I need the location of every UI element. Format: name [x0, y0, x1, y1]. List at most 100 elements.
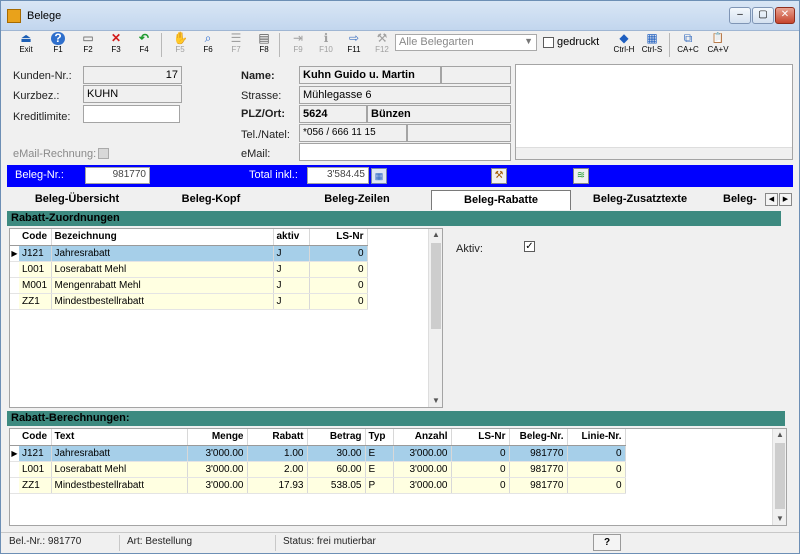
f10-button[interactable]: ℹ F10	[311, 31, 341, 57]
gedruckt-label: gedruckt	[557, 36, 600, 48]
tab-beleg-rabatte[interactable]: Beleg-Rabatte	[431, 190, 571, 210]
tab-beleg-more[interactable]: Beleg-	[723, 190, 767, 210]
column-header[interactable]: Bezeichnung	[51, 229, 274, 246]
column-header[interactable]: Linie-Nr.	[567, 429, 626, 446]
scrollbar-thumb[interactable]	[431, 243, 441, 329]
column-header[interactable]: Betrag	[307, 429, 366, 446]
layers-icon[interactable]: ≋	[573, 168, 589, 184]
column-header[interactable]: Text	[51, 429, 188, 446]
table-header-row: Code Text Menge Rabatt Betrag Typ Anzahl…	[10, 429, 626, 446]
tab-beleg-uebersicht[interactable]: Beleg-Übersicht	[13, 190, 141, 210]
tel-natel-label: Tel./Natel:	[241, 129, 290, 141]
table-row[interactable]: ▶ J121 Jahresrabatt J 0	[10, 245, 368, 262]
berechnungen-grid[interactable]: Code Text Menge Rabatt Betrag Typ Anzahl…	[9, 428, 787, 526]
total-field[interactable]: 3'584.45	[307, 167, 369, 184]
column-header[interactable]: Anzahl	[393, 429, 452, 446]
close-button[interactable]: ✕	[775, 7, 795, 24]
natel-field[interactable]	[407, 124, 511, 142]
paste-button[interactable]: 📋 CA+V	[703, 31, 733, 57]
vertical-scrollbar[interactable]: ▲ ▼	[772, 429, 786, 525]
email-rechnung-checkbox[interactable]	[98, 148, 109, 159]
ctrl-h-button[interactable]: ◆ Ctrl-H	[609, 31, 639, 57]
f12-button[interactable]: ⚒ F12	[367, 31, 397, 57]
copy-button[interactable]: ⧉ CA+C	[673, 31, 703, 57]
tab-beleg-zeilen[interactable]: Beleg-Zeilen	[293, 190, 421, 210]
f1-help-button[interactable]: ? F1	[43, 31, 73, 57]
exit-button[interactable]: ⏏ Exit	[11, 31, 41, 57]
beleg-nr-label: Beleg-Nr.:	[15, 169, 64, 181]
email-field[interactable]	[299, 143, 511, 161]
plz-field[interactable]: 5624	[299, 105, 367, 123]
tab-scroll-right-icon[interactable]: ▶	[779, 193, 792, 206]
f6-search-button[interactable]: ⌕ F6	[193, 31, 223, 57]
kunden-nr-label: Kunden-Nr.:	[13, 70, 72, 82]
scroll-up-icon[interactable]: ▲	[773, 429, 787, 441]
column-header[interactable]: Code	[19, 229, 52, 246]
table-row[interactable]: ZZ1 Mindestbestellrabatt J 0	[10, 293, 368, 310]
aktiv-checkbox[interactable]: ✓	[524, 241, 535, 252]
column-header[interactable]: LS-Nr	[309, 229, 368, 246]
help-button[interactable]: ?	[593, 534, 621, 551]
horizontal-scrollbar[interactable]	[516, 147, 792, 159]
kreditlimite-field[interactable]	[83, 105, 180, 123]
f5-button[interactable]: ✋ F5	[165, 31, 195, 57]
notes-textarea[interactable]	[515, 64, 793, 160]
scrollbar-thumb[interactable]	[775, 443, 785, 509]
hammer-icon[interactable]: ⚒	[491, 168, 507, 184]
f8-print-button[interactable]: ▤ F8	[249, 31, 279, 57]
f3-delete-button[interactable]: ✕ F3	[101, 31, 131, 57]
new-document-icon: ▭	[82, 31, 94, 45]
belegart-dropdown[interactable]: Alle Belegarten ▼	[395, 34, 537, 51]
ort-field[interactable]: Bünzen	[367, 105, 511, 123]
table-row[interactable]: M001 Mengenrabatt Mehl J 0	[10, 277, 368, 294]
gedruckt-checkbox[interactable]	[543, 37, 554, 48]
navigate-icon: ◆	[619, 31, 629, 45]
status-divider	[275, 535, 276, 551]
scroll-down-icon[interactable]: ▼	[429, 395, 443, 407]
scroll-up-icon[interactable]: ▲	[429, 229, 443, 241]
f2-new-button[interactable]: ▭ F2	[73, 31, 103, 57]
kunden-nr-field[interactable]: 17	[83, 66, 182, 84]
column-header[interactable]: LS-Nr	[451, 429, 510, 446]
column-header[interactable]: aktiv	[273, 229, 310, 246]
tab-beleg-kopf[interactable]: Beleg-Kopf	[147, 190, 275, 210]
row-pointer-icon: ▶	[10, 245, 19, 262]
f11-forward-button[interactable]: ⇨ F11	[339, 31, 369, 57]
f4-undo-button[interactable]: ↶ F4	[129, 31, 159, 57]
vertical-scrollbar[interactable]: ▲ ▼	[428, 229, 442, 407]
strasse-field[interactable]: Mühlegasse 6	[299, 86, 511, 104]
table-row[interactable]: L001 Loserabatt Mehl J 0	[10, 261, 368, 278]
table-row[interactable]: ▶ J121 Jahresrabatt 3'000.00 1.00 30.00 …	[10, 445, 626, 462]
scroll-down-icon[interactable]: ▼	[773, 513, 787, 525]
paste-icon: 📋	[711, 33, 725, 44]
kurzbez-field[interactable]: KUHN	[83, 85, 182, 103]
kreditlimite-label: Kreditlimite:	[13, 111, 71, 123]
beleg-nr-field[interactable]: 981770	[85, 167, 150, 184]
column-header[interactable]: Typ	[365, 429, 394, 446]
undo-arrow-icon: ↶	[138, 31, 150, 45]
tab-scroll-left-icon[interactable]: ◀	[765, 193, 778, 206]
tel-field[interactable]: *056 / 666 11 15	[299, 124, 407, 142]
f9-button[interactable]: ⇥ F9	[283, 31, 313, 57]
search-icon: ⌕	[204, 31, 212, 45]
info-icon: ℹ	[323, 31, 329, 45]
calculator-icon[interactable]: ▦	[371, 168, 387, 184]
column-header[interactable]: Menge	[187, 429, 248, 446]
name-field[interactable]: Kuhn Guido u. Martin	[299, 66, 441, 84]
email-label: eMail:	[241, 148, 271, 160]
column-header[interactable]: Rabatt	[247, 429, 308, 446]
status-text: Status: frei mutierbar	[283, 536, 376, 547]
table-row[interactable]: ZZ1 Mindestbestellrabatt 3'000.00 17.93 …	[10, 477, 626, 494]
import-icon: ⇥	[292, 31, 304, 45]
row-pointer-icon: ▶	[10, 445, 19, 462]
name2-field[interactable]	[441, 66, 511, 84]
zuordnungen-grid[interactable]: Code Bezeichnung aktiv LS-Nr ▶ J121 Jahr…	[9, 228, 443, 408]
maximize-button[interactable]: ▢	[752, 7, 774, 24]
ctrl-s-button[interactable]: ▦ Ctrl-S	[637, 31, 667, 57]
minimize-button[interactable]: ‒	[729, 7, 751, 24]
column-header[interactable]: Code	[19, 429, 52, 446]
table-row[interactable]: L001 Loserabatt Mehl 3'000.00 2.00 60.00…	[10, 461, 626, 478]
column-header[interactable]: Beleg-Nr.	[509, 429, 568, 446]
tab-beleg-zusatztexte[interactable]: Beleg-Zusatztexte	[581, 190, 699, 210]
f7-button[interactable]: ☰ F7	[221, 31, 251, 57]
